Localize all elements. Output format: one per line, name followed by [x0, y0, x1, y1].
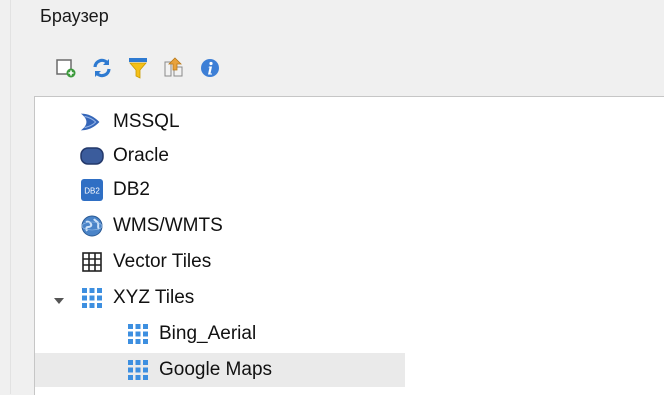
- tree-item-label: Google Maps: [159, 359, 273, 380]
- db2-icon: DB2: [79, 177, 105, 203]
- tree-item-label: Vector Tiles: [113, 251, 212, 272]
- left-margin: [0, 0, 10, 394]
- tree-item-db2[interactable]: DB2 DB2: [79, 173, 150, 207]
- expand-arrow-icon[interactable]: [53, 295, 65, 307]
- tree-item-wms-wmts[interactable]: WMS/WMTS: [79, 209, 223, 243]
- tree-item-label: Bing_Aerial: [159, 323, 257, 344]
- panel-title: Браузер: [40, 6, 109, 26]
- properties-button[interactable]: [194, 50, 226, 86]
- tree-item-bing-aerial[interactable]: Bing_Aerial: [125, 317, 256, 351]
- collapse-all-button[interactable]: [158, 50, 190, 86]
- tree-item-label: MSSQL: [113, 111, 180, 132]
- xyz-tiles-icon: [125, 357, 151, 383]
- browser-toolbar: [30, 50, 664, 86]
- panel-divider: [10, 0, 11, 394]
- xyz-tiles-icon: [79, 285, 105, 311]
- xyz-tiles-icon: [125, 321, 151, 347]
- refresh-icon: [93, 58, 111, 78]
- add-layer-icon: [56, 59, 76, 78]
- filter-button[interactable]: [122, 50, 154, 86]
- tree-item-label: DB2: [113, 179, 150, 200]
- browser-panel: Браузер MSSQL Oracle DB2 DB2 WMS/WMTS Ve…: [30, 0, 664, 395]
- tree-item-xyz-tiles[interactable]: XYZ Tiles: [79, 281, 194, 315]
- tree-item-label: XYZ Tiles: [113, 287, 195, 308]
- globe-icon: [79, 213, 105, 239]
- tree-item-label: Oracle: [113, 145, 169, 166]
- mssql-icon: [79, 109, 105, 135]
- filter-icon: [129, 58, 147, 79]
- add-selected-layers-button[interactable]: [50, 50, 82, 86]
- tree-item-vector-tiles[interactable]: Vector Tiles: [79, 245, 211, 279]
- browser-tree: MSSQL Oracle DB2 DB2 WMS/WMTS Vector Til…: [34, 96, 664, 395]
- tree-item-google-maps[interactable]: Google Maps: [35, 353, 405, 387]
- oracle-icon: [79, 143, 105, 169]
- tree-item-label: WMS/WMTS: [113, 215, 223, 236]
- vector-tiles-icon: [79, 249, 105, 275]
- refresh-button[interactable]: [86, 50, 118, 86]
- collapse-all-icon: [164, 57, 183, 77]
- info-icon: [201, 59, 219, 77]
- tree-item-oracle[interactable]: Oracle: [79, 139, 169, 173]
- tree-item-mssql[interactable]: MSSQL: [79, 105, 180, 139]
- svg-text:DB2: DB2: [84, 187, 100, 196]
